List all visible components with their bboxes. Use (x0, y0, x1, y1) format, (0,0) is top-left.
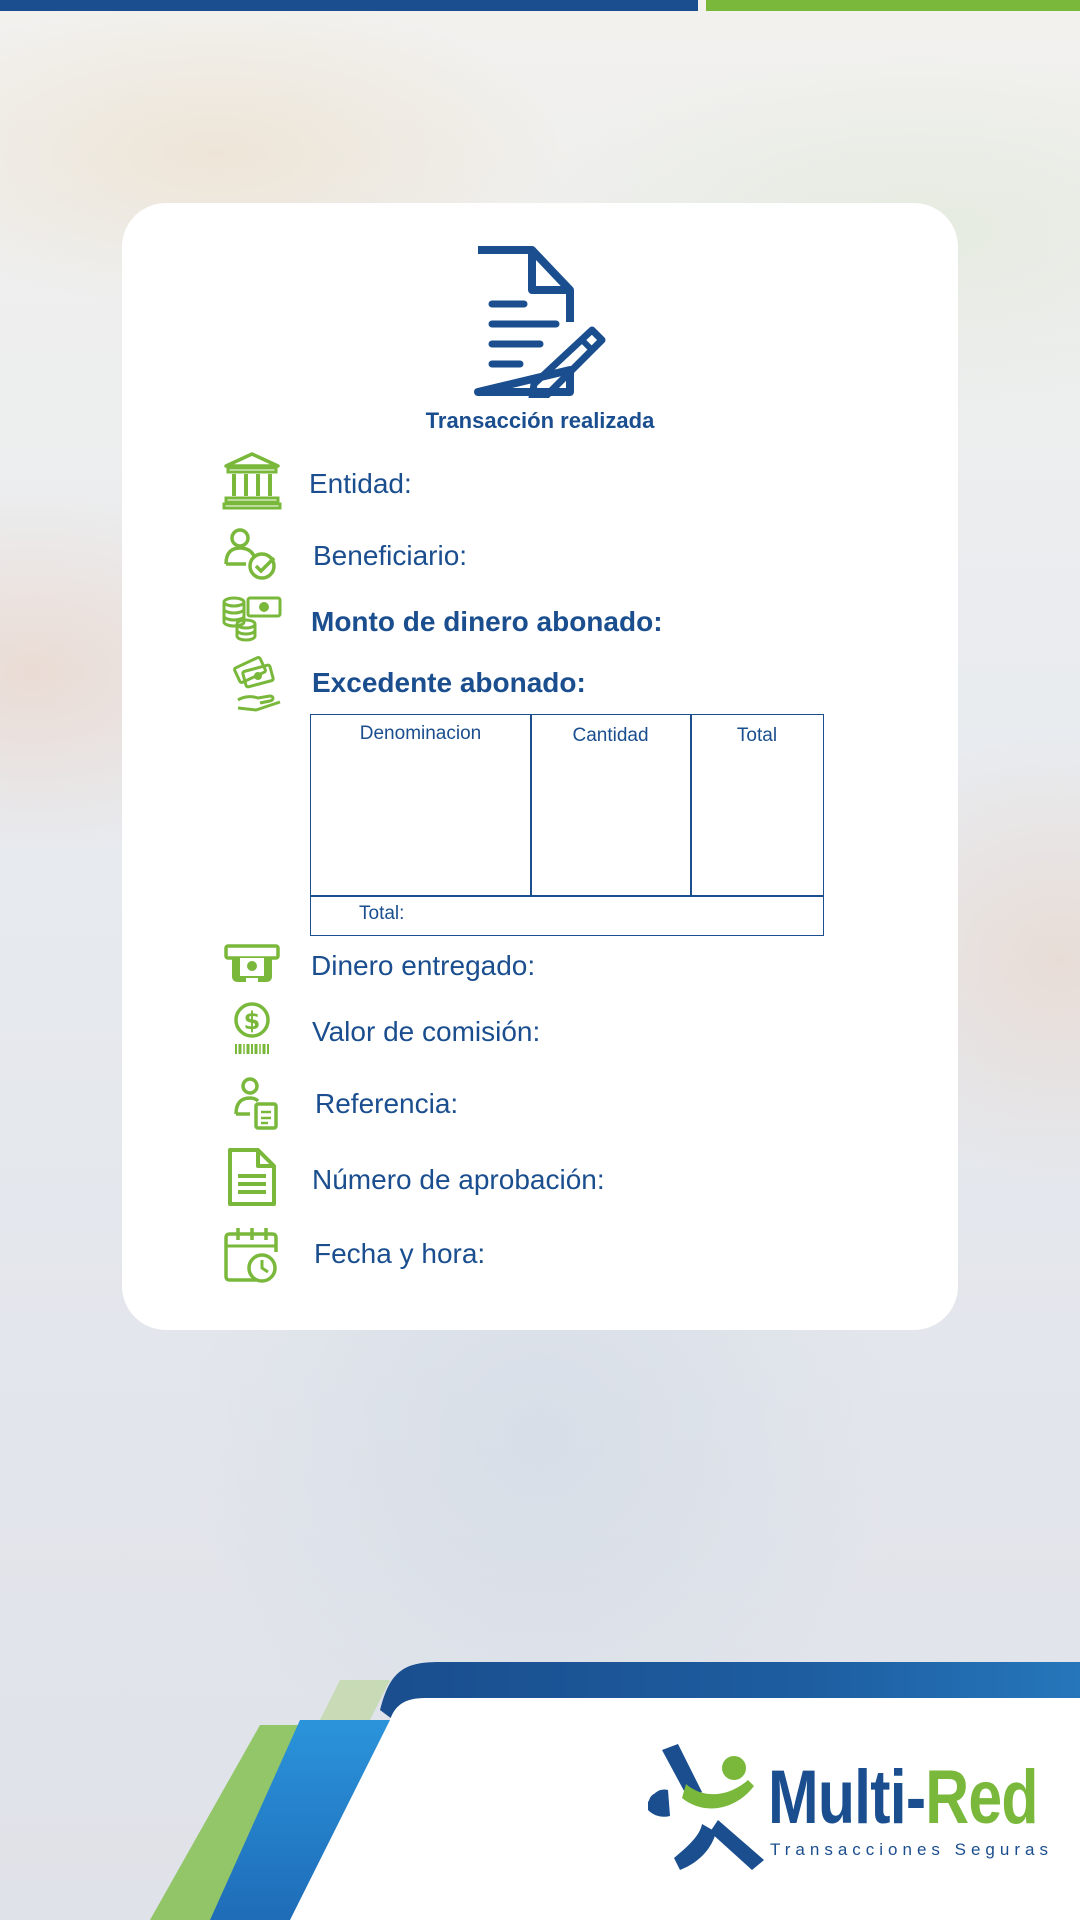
field-monto-label: Monto de dinero abonado: (311, 606, 663, 637)
top-accent-bar-blue (0, 0, 698, 11)
table-header-total: Total (736, 725, 778, 746)
table-total-label: Total: (359, 903, 405, 924)
table-header-cantidad: Cantidad (572, 725, 649, 746)
money-hand-icon (233, 656, 281, 712)
denomination-table: Denominacion Cantidad Total Total: (310, 714, 824, 936)
brand-name: Multi-Red (768, 1760, 1039, 1836)
field-beneficiario-label: Beneficiario: (313, 540, 468, 571)
document-icon (228, 1148, 276, 1206)
dollar-coin-icon: $ (234, 1002, 270, 1054)
field-dinero-entregado-label: Dinero entregado: (311, 950, 536, 981)
bank-icon (222, 452, 282, 510)
field-comision-label: Valor de comisión: (312, 1016, 541, 1047)
receipt-title: Transacción realizada (425, 408, 655, 433)
svg-text:$: $ (244, 1007, 261, 1035)
money-coins-icon (222, 596, 282, 642)
table-header-denominacion: Denominacion (359, 723, 482, 744)
brand-name-multi: Multi- (768, 1755, 926, 1840)
user-document-icon (234, 1077, 278, 1130)
field-referencia-label: Referencia: (315, 1088, 459, 1119)
user-check-icon (224, 528, 276, 580)
atm-cash-icon (224, 944, 280, 982)
calendar-clock-icon (224, 1228, 278, 1283)
field-aprobacion-label: Número de aprobación: (312, 1164, 605, 1195)
brand-tagline: Transacciones Seguras (770, 1840, 1053, 1859)
field-entidad-label: Entidad: (309, 468, 412, 499)
top-accent-bar-green (706, 0, 1080, 11)
field-excedente-label: Excedente abonado: (312, 667, 586, 698)
field-fecha-label: Fecha y hora: (314, 1238, 486, 1269)
table-row-divider (311, 895, 823, 897)
multi-red-logo-mark (648, 1744, 764, 1870)
document-edit-icon (474, 246, 606, 398)
brand-name-red: Red (925, 1755, 1038, 1840)
